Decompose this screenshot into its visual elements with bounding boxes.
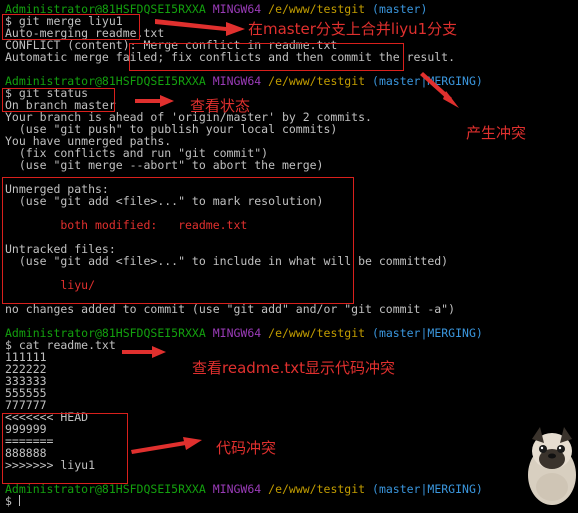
command-cat-readme: $ cat readme.txt	[5, 338, 116, 352]
prompt-branch: (master|MERGING)	[372, 482, 483, 496]
prompt-user: Administrator@81HSFDQSEI5RXXA	[5, 482, 206, 496]
input-prompt: $	[5, 494, 19, 508]
prompt-shell: MINGW64	[212, 74, 262, 88]
conflict-content-box	[2, 413, 128, 484]
annotation-cat: 查看readme.txt显示代码冲突	[192, 359, 396, 377]
status-command-box	[2, 88, 115, 112]
prompt-line: Administrator@81HSFDQSEI5RXXA MINGW64 /e…	[5, 75, 575, 87]
pug-mascot-icon	[528, 427, 576, 505]
prompt-path: /e/www/testgit	[268, 74, 366, 88]
prompt-shell: MINGW64	[212, 2, 262, 16]
merge-command-box	[2, 14, 140, 40]
conflict-message-box	[129, 43, 404, 71]
prompt-shell: MINGW64	[212, 326, 262, 340]
file-content-line: 555555	[5, 386, 47, 400]
prompt-branch: (master|MERGING)	[372, 74, 483, 88]
input-line[interactable]: $	[5, 495, 575, 507]
prompt-branch: (master)	[372, 2, 428, 16]
annotation-status: 查看状态	[190, 97, 251, 115]
text-cursor	[18, 495, 20, 506]
prompt-path: /e/www/testgit	[268, 2, 366, 16]
prompt-path: /e/www/testgit	[268, 482, 366, 496]
output-line: (use "git merge --abort" to abort the me…	[5, 158, 324, 172]
prompt-path: /e/www/testgit	[268, 326, 366, 340]
annotation-code-conflict: 代码冲突	[216, 439, 277, 457]
prompt-branch: (master|MERGING)	[372, 326, 483, 340]
annotation-conflict: 产生冲突	[466, 124, 527, 142]
prompt-line: Administrator@81HSFDQSEI5RXXA MINGW64 /e…	[5, 483, 575, 495]
unmerged-paths-box	[2, 177, 354, 304]
annotation-merge: 在master分支上合并liyu1分支	[248, 20, 458, 38]
file-content-line: 777777	[5, 398, 47, 412]
prompt-shell: MINGW64	[212, 482, 262, 496]
output-line: no changes added to commit (use "git add…	[5, 302, 456, 316]
